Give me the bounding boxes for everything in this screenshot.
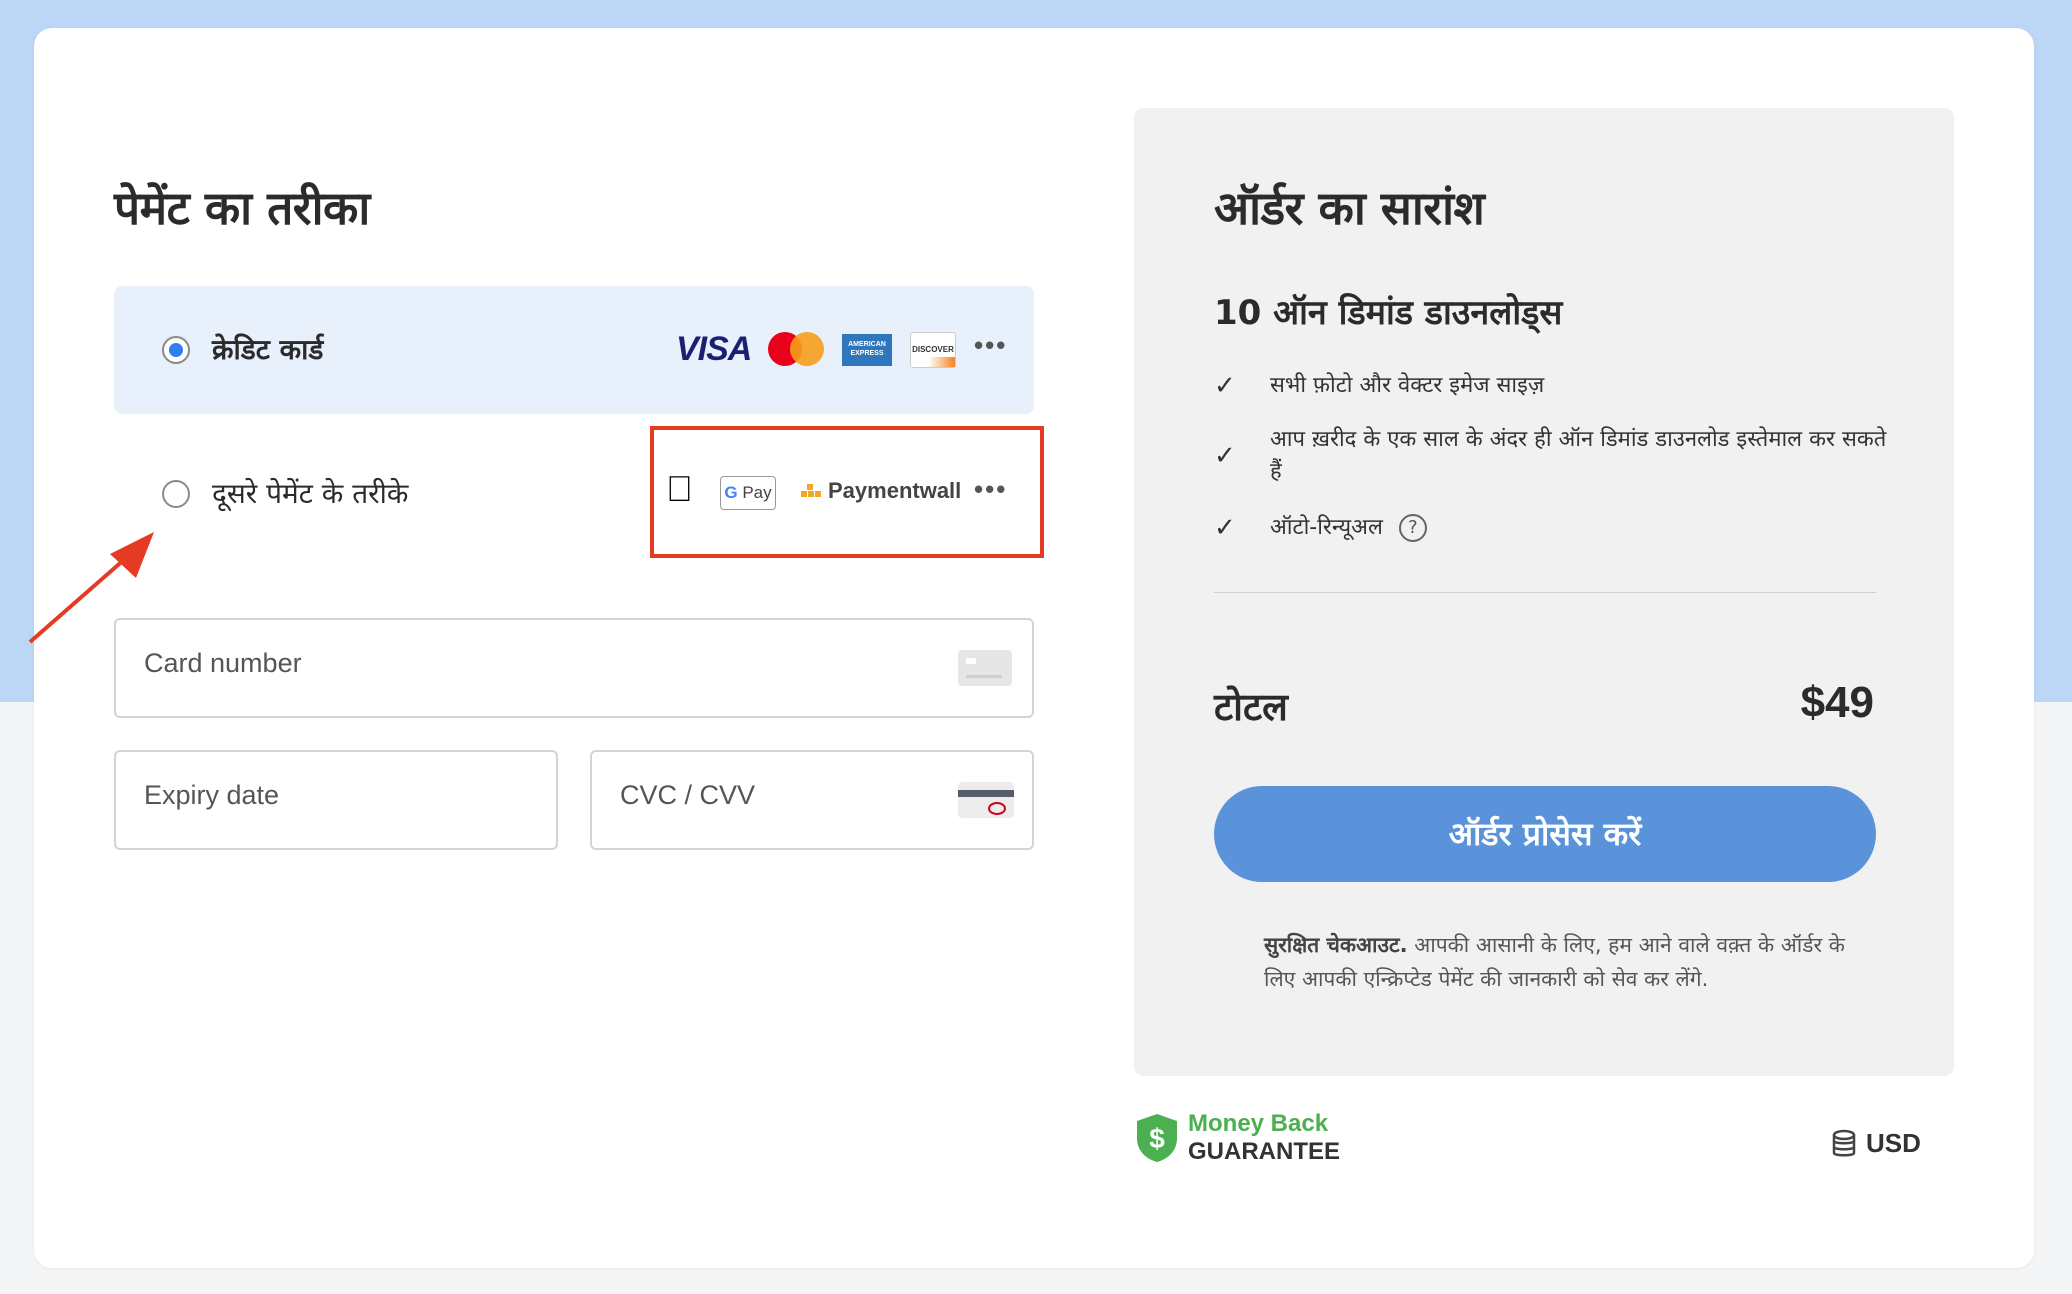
- card-number-input[interactable]: [144, 648, 786, 679]
- feature-text: सभी फ़ोटो और वेक्टर इमेज साइज़: [1270, 373, 1545, 398]
- currency-selector[interactable]: USD: [1832, 1128, 1921, 1159]
- feature-text: आप ख़रीद के एक साल के अंदर ही ऑन डिमांड …: [1270, 427, 1887, 484]
- process-order-button[interactable]: ऑर्डर प्रोसेस करें: [1214, 786, 1876, 882]
- mastercard-icon: [768, 332, 824, 366]
- google-pay-icon: G Pay: [720, 476, 776, 510]
- feature-item: ✓ सभी फ़ोटो और वेक्टर इमेज साइज़: [1214, 370, 1914, 404]
- payment-method-title: पेमेंट का तरीका: [114, 181, 370, 235]
- checkmark-icon: ✓: [1214, 441, 1236, 471]
- other-methods-radio[interactable]: [162, 480, 190, 508]
- guarantee-line-1: Money Back: [1188, 1110, 1329, 1137]
- shield-dollar-icon: $: [1137, 1114, 1177, 1162]
- currency-label: USD: [1866, 1128, 1921, 1158]
- svg-text:$: $: [1149, 1123, 1165, 1154]
- database-icon: [1832, 1129, 1856, 1156]
- secure-checkout-bold: सुरक्षित चेकआउट.: [1264, 933, 1408, 957]
- plan-name: 10 ऑन डिमांड डाउनलोड्स: [1214, 293, 1563, 333]
- apple-pay-icon: : [666, 468, 693, 510]
- summary-divider: [1214, 592, 1876, 593]
- feature-item: ✓ आप ख़रीद के एक साल के अंदर ही ऑन डिमां…: [1214, 424, 1914, 492]
- secure-checkout-note: सुरक्षित चेकआउट. आपकी आसानी के लिए, हम आ…: [1264, 928, 1864, 996]
- more-card-brands-icon[interactable]: •••: [974, 330, 1007, 361]
- cvc-field[interactable]: [590, 750, 1034, 850]
- checkmark-icon: ✓: [1214, 513, 1236, 543]
- expiry-date-input[interactable]: [144, 780, 452, 811]
- help-icon[interactable]: ?: [1398, 514, 1427, 542]
- paymentwall-icon: Paymentwall: [798, 478, 961, 504]
- feature-text: ऑटो-रिन्यूअल: [1270, 515, 1383, 540]
- card-number-field[interactable]: [114, 618, 1034, 718]
- payment-option-credit-card[interactable]: क्रेडिट कार्ड VISA AMERICAN EXPRESS DISC…: [114, 286, 1034, 414]
- feature-item: ✓ ऑटो-रिन्यूअल?: [1214, 512, 1914, 548]
- credit-card-label: क्रेडिट कार्ड: [212, 333, 324, 366]
- cvc-input[interactable]: [620, 780, 928, 811]
- discover-icon: DISCOVER: [910, 332, 956, 368]
- credit-card-icon: [958, 650, 1012, 686]
- guarantee-line-2: GUARANTEE: [1188, 1138, 1341, 1165]
- credit-card-radio[interactable]: [162, 336, 190, 364]
- paymentwall-logo-icon: [798, 484, 822, 498]
- more-methods-icon[interactable]: •••: [974, 474, 1007, 505]
- checkmark-icon: ✓: [1214, 371, 1236, 401]
- other-methods-label: दूसरे पेमेंट के तरीके: [212, 477, 409, 510]
- order-summary-title: ऑर्डर का सारांश: [1214, 181, 1485, 235]
- order-summary-panel: ऑर्डर का सारांश 10 ऑन डिमांड डाउनलोड्स ✓…: [1134, 108, 1954, 1076]
- paymentwall-label: Paymentwall: [828, 478, 962, 503]
- total-value: $49: [1800, 678, 1874, 727]
- expiry-date-field[interactable]: [114, 750, 558, 850]
- total-label: टोटल: [1214, 685, 1288, 729]
- cvc-card-icon: [958, 782, 1014, 818]
- visa-icon: VISA: [676, 330, 752, 368]
- amex-icon: AMERICAN EXPRESS: [842, 334, 892, 366]
